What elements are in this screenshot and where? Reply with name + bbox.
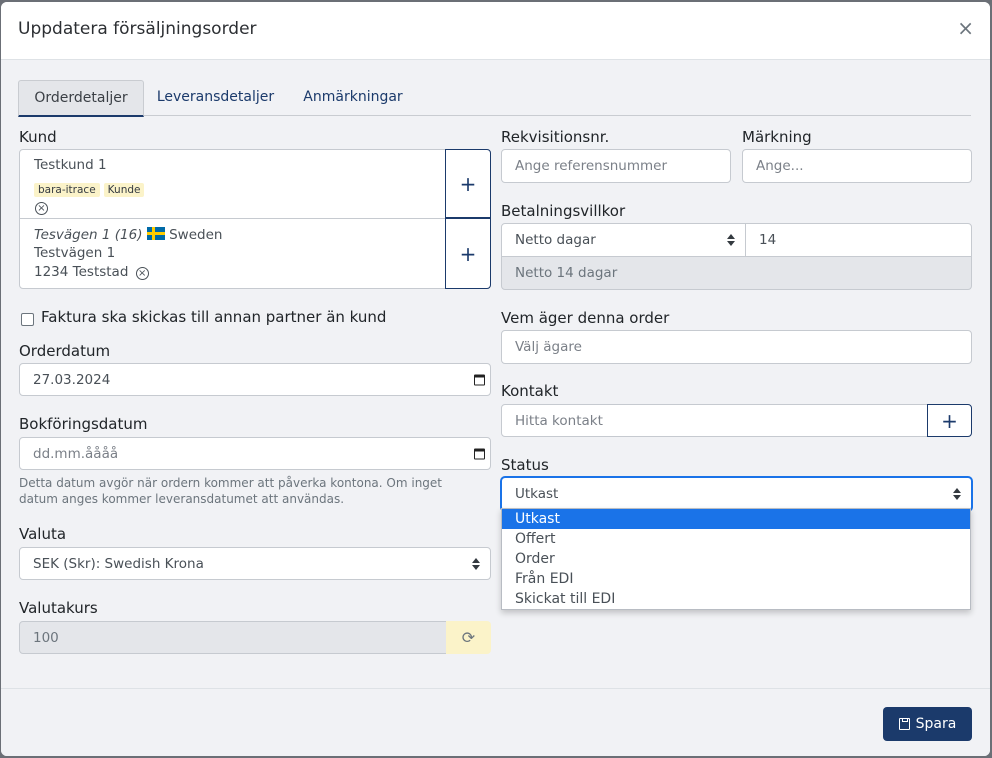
remove-address-icon[interactable]: × bbox=[135, 267, 149, 280]
address-italic: Tesvägen 1 (16) bbox=[34, 227, 143, 243]
invoice-other-partner-checkbox[interactable] bbox=[21, 313, 34, 326]
save-button[interactable]: Spara bbox=[883, 707, 972, 741]
status-value: Utkast bbox=[515, 486, 559, 502]
tab-bar: Orderdetaljer Leveransdetaljer Anmärknin… bbox=[18, 80, 971, 117]
tab-leveransdetaljer[interactable]: Leveransdetaljer bbox=[148, 80, 283, 117]
status-select[interactable]: Utkast bbox=[501, 477, 972, 511]
markning-input[interactable]: Ange... bbox=[742, 149, 972, 183]
select-arrows-icon bbox=[953, 488, 961, 500]
status-option-offert[interactable]: Offert bbox=[502, 529, 970, 549]
refresh-icon[interactable]: ⟳ bbox=[446, 621, 491, 654]
valutakurs-input: 100 bbox=[19, 621, 447, 654]
status-option-fran-edi[interactable]: Från EDI bbox=[502, 569, 970, 589]
markning-label: Märkning bbox=[742, 128, 812, 146]
add-kontakt-button[interactable]: + bbox=[927, 404, 972, 437]
betalningsvillkor-type-select[interactable]: Netto dagar bbox=[501, 223, 746, 257]
orderdatum-input[interactable]: 27.03.2024 bbox=[19, 363, 491, 396]
close-icon[interactable]: × bbox=[957, 18, 974, 38]
kund-divider bbox=[20, 218, 490, 219]
status-option-order[interactable]: Order bbox=[502, 549, 970, 569]
sweden-flag-icon bbox=[146, 227, 165, 240]
betalningsvillkor-label: Betalningsvillkor bbox=[501, 202, 626, 220]
rekvisitionsnr-label: Rekvisitionsnr. bbox=[501, 128, 610, 146]
kontakt-input[interactable]: Hitta kontakt bbox=[501, 404, 928, 437]
bokforingsdatum-input[interactable]: dd.mm.åååå bbox=[19, 437, 491, 470]
orderdatum-value: 27.03.2024 bbox=[33, 371, 111, 388]
modal-title: Uppdatera försäljningsorder bbox=[18, 19, 257, 39]
remove-kund-icon[interactable]: × bbox=[35, 196, 48, 215]
betalningsvillkor-days-input[interactable]: 14 bbox=[745, 223, 972, 257]
kontakt-label: Kontakt bbox=[501, 382, 559, 400]
betalningsvillkor-summary: Netto 14 dagar bbox=[501, 256, 972, 290]
status-option-utkast[interactable]: Utkast bbox=[502, 509, 970, 529]
address-country: Sweden bbox=[169, 227, 223, 243]
floppy-disk-icon bbox=[898, 718, 910, 730]
tab-orderdetaljer[interactable]: Orderdetaljer bbox=[18, 80, 144, 117]
bokforingsdatum-label: Bokföringsdatum bbox=[19, 415, 148, 433]
update-sales-order-modal: Uppdatera försäljningsorder × Orderdetal… bbox=[1, 2, 990, 756]
save-label: Spara bbox=[915, 716, 957, 732]
select-arrows-icon bbox=[727, 234, 735, 246]
kund-address-line2: Testvägen 1 bbox=[34, 245, 116, 261]
valuta-select[interactable]: SEK (Skr): Swedish Krona bbox=[19, 547, 491, 580]
valutakurs-label: Valutakurs bbox=[19, 599, 98, 617]
tab-anmarkningar[interactable]: Anmärkningar bbox=[293, 80, 413, 117]
modal-footer: Spara bbox=[1, 688, 990, 756]
kund-address-line1: Tesvägen 1 (16) Sweden bbox=[34, 227, 222, 243]
calendar-icon[interactable] bbox=[474, 448, 485, 459]
agare-input[interactable]: Välj ägare bbox=[501, 330, 972, 364]
calendar-icon[interactable] bbox=[474, 374, 485, 385]
add-address-button[interactable]: + bbox=[445, 218, 491, 289]
agare-label: Vem äger denna order bbox=[501, 309, 670, 327]
tag-kunde: Kunde bbox=[103, 183, 145, 197]
status-option-skickat-till-edi[interactable]: Skickat till EDI bbox=[502, 589, 970, 609]
orderdatum-label: Orderdatum bbox=[19, 342, 111, 360]
add-kund-button[interactable]: + bbox=[445, 149, 491, 218]
select-arrows-icon bbox=[472, 557, 480, 570]
bokforingsdatum-help: Detta datum avgör när ordern kommer att … bbox=[19, 476, 443, 506]
bokforingsdatum-placeholder: dd.mm.åååå bbox=[33, 445, 119, 462]
valuta-label: Valuta bbox=[19, 525, 67, 543]
tag-bara-itrace: bara-itrace bbox=[34, 183, 100, 197]
kund-address-line3: 1234 Teststad × bbox=[34, 264, 149, 280]
kund-label: Kund bbox=[19, 128, 57, 146]
status-label: Status bbox=[501, 456, 549, 474]
kund-box: Testkund 1 bara-itrace Kunde × Tesvägen 1… bbox=[19, 149, 491, 289]
betalningsvillkor-type-value: Netto dagar bbox=[515, 232, 596, 248]
address-city: 1234 Teststad bbox=[34, 264, 129, 280]
kund-name: Testkund 1 bbox=[34, 157, 107, 173]
status-dropdown: Utkast Offert Order Från EDI Skickat til… bbox=[501, 508, 971, 610]
valutakurs-value: 100 bbox=[33, 629, 59, 646]
valuta-value: SEK (Skr): Swedish Krona bbox=[33, 555, 204, 572]
kund-tags: bara-itrace Kunde bbox=[34, 178, 148, 197]
invoice-other-partner-label: Faktura ska skickas till annan partner ä… bbox=[41, 308, 387, 326]
rekvisitionsnr-input[interactable]: Ange referensnummer bbox=[501, 149, 731, 183]
modal-header: Uppdatera försäljningsorder × bbox=[1, 2, 990, 60]
